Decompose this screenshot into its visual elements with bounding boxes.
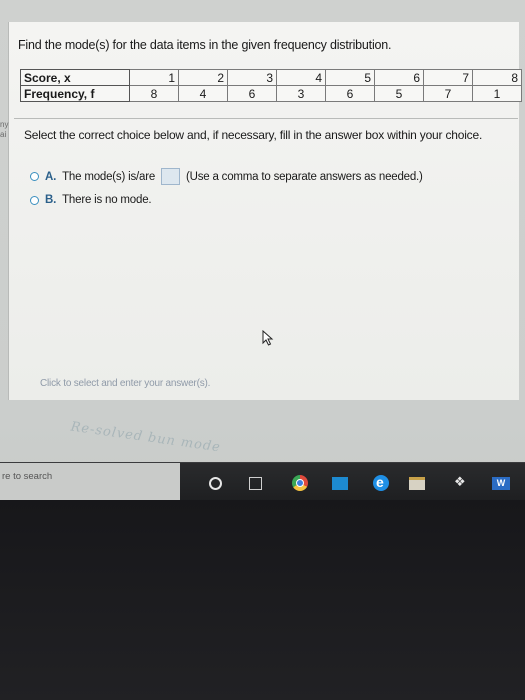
mouse-cursor-icon	[262, 330, 274, 346]
frequency-cell: 4	[178, 85, 228, 102]
frequency-cell: 6	[325, 85, 375, 102]
screen: Find the mode(s) for the data items in t…	[0, 0, 525, 700]
taskbar-search-box[interactable]: re to search	[0, 463, 180, 501]
score-row: Score, x 1 2 3 4 5 6 7 8	[20, 69, 522, 86]
instruction-text: Select the correct choice below and, if …	[24, 128, 483, 142]
score-cell: 8	[472, 69, 522, 86]
side-marks: ny ai	[0, 120, 8, 140]
frequency-cell: 1	[472, 85, 522, 102]
choice-b[interactable]: B. There is no mode.	[30, 194, 152, 206]
side-mark: ny	[0, 120, 9, 129]
radio-choice-b[interactable]	[30, 195, 39, 205]
score-cell: 7	[423, 69, 473, 86]
score-cell: 5	[325, 69, 375, 86]
frequency-header: Frequency, f	[20, 85, 130, 102]
score-cell: 1	[129, 69, 179, 86]
choice-a-letter: A.	[45, 170, 57, 183]
frequency-table: Score, x 1 2 3 4 5 6 7 8 Frequency, f 8 …	[20, 69, 522, 102]
word-icon[interactable]: W	[492, 477, 510, 490]
choice-a-text: The mode(s) is/are	[62, 170, 156, 183]
answer-hint: Click to select and enter your answer(s)…	[40, 378, 211, 389]
handwritten-note: Re-solved bun mode	[69, 419, 222, 456]
answer-input-box[interactable]	[161, 168, 181, 185]
section-divider	[14, 118, 518, 119]
search-placeholder: re to search	[2, 471, 53, 482]
frequency-cell: 8	[129, 85, 179, 102]
chrome-icon[interactable]	[292, 475, 308, 491]
side-mark: ai	[0, 130, 7, 139]
score-cell: 6	[374, 69, 424, 86]
monitor-bezel	[0, 500, 525, 700]
frequency-cell: 7	[423, 85, 473, 102]
frequency-row: Frequency, f 8 4 6 3 6 5 7 1	[20, 85, 522, 102]
taskbar: re to search ❖ W	[0, 462, 525, 501]
store-icon[interactable]	[409, 477, 425, 490]
task-view-icon[interactable]	[249, 477, 262, 490]
choice-a-note: (Use a comma to separate answers as need…	[186, 170, 423, 183]
cortana-icon[interactable]	[209, 477, 222, 490]
choice-a[interactable]: A. The mode(s) is/are (Use a comma to se…	[30, 168, 423, 185]
score-header: Score, x	[20, 69, 130, 86]
edge-icon[interactable]	[373, 474, 389, 491]
frequency-cell: 3	[276, 85, 326, 102]
choice-b-letter: B.	[45, 194, 57, 206]
score-cell: 2	[178, 69, 228, 86]
choice-b-text: There is no mode.	[62, 194, 152, 206]
frequency-cell: 5	[374, 85, 424, 102]
question-text: Find the mode(s) for the data items in t…	[18, 38, 392, 52]
radio-choice-a[interactable]	[30, 172, 39, 181]
frequency-cell: 6	[227, 85, 277, 102]
score-cell: 4	[276, 69, 326, 86]
dropbox-icon[interactable]: ❖	[454, 474, 470, 489]
score-cell: 3	[227, 69, 277, 86]
photos-icon[interactable]	[332, 477, 348, 490]
